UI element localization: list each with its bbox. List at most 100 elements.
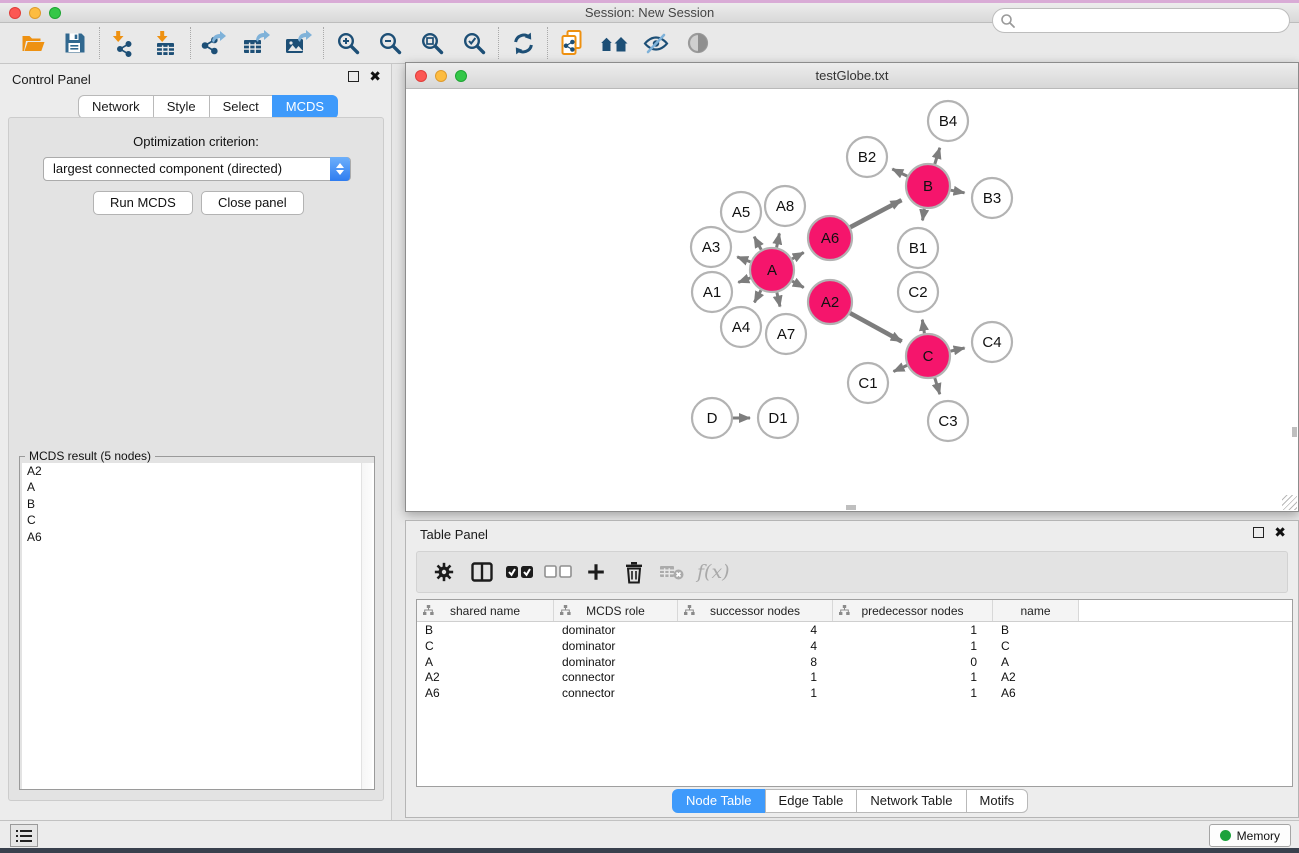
- close-panel-button[interactable]: Close panel: [201, 191, 304, 215]
- graph-node-A[interactable]: A: [750, 248, 794, 292]
- graph-edge-A-A5[interactable]: [754, 237, 761, 250]
- graph-node-A2[interactable]: A2: [808, 280, 852, 324]
- graph-edge-A-A6[interactable]: [792, 253, 804, 259]
- table-row[interactable]: Bdominator41B: [417, 622, 1292, 638]
- export-image-button[interactable]: [278, 24, 320, 62]
- vertical-scroll-indicator[interactable]: [1292, 427, 1297, 437]
- search-input[interactable]: [992, 8, 1290, 33]
- run-mcds-button[interactable]: Run MCDS: [93, 191, 193, 215]
- graph-node-A3[interactable]: A3: [691, 227, 731, 267]
- graph-edge-C-C1[interactable]: [894, 365, 908, 371]
- table-row[interactable]: Cdominator41C: [417, 638, 1292, 654]
- graph-edge-A-A4[interactable]: [754, 290, 761, 302]
- mcds-result-list[interactable]: A2ABCA6: [22, 463, 374, 789]
- close-table-panel-icon[interactable]: ✖: [1274, 527, 1286, 538]
- graph-node-B2[interactable]: B2: [847, 137, 887, 177]
- result-item[interactable]: A: [22, 480, 374, 497]
- graph-edge-C-C2[interactable]: [922, 320, 924, 334]
- table-row[interactable]: A2connector11A2: [417, 669, 1292, 685]
- graph-edge-A6-B[interactable]: [850, 200, 901, 227]
- open-session-button[interactable]: [12, 24, 54, 62]
- tab-edge-table[interactable]: Edge Table: [765, 789, 858, 813]
- tab-mcds[interactable]: MCDS: [272, 95, 338, 119]
- graph-node-B[interactable]: B: [906, 164, 950, 208]
- deselect-all-button[interactable]: [539, 554, 577, 590]
- delete-column-button[interactable]: [615, 554, 653, 590]
- gear-button[interactable]: [425, 554, 463, 590]
- graph-node-B4[interactable]: B4: [928, 101, 968, 141]
- graph-edge-A-A1[interactable]: [738, 278, 750, 283]
- graph-node-D[interactable]: D: [692, 398, 732, 438]
- dropdown-stepper-icon[interactable]: [330, 157, 350, 181]
- tab-network-table[interactable]: Network Table: [856, 789, 966, 813]
- import-table-button[interactable]: [145, 24, 187, 62]
- graph-edge-C-C4[interactable]: [951, 348, 965, 351]
- graph-edge-A2-C[interactable]: [850, 313, 902, 341]
- graph-edge-A-A7[interactable]: [777, 293, 780, 307]
- task-history-button[interactable]: [10, 824, 38, 847]
- export-network-button[interactable]: [194, 24, 236, 62]
- float-panel-icon[interactable]: [348, 71, 359, 82]
- graph-edge-B-B3[interactable]: [951, 190, 965, 193]
- table-row[interactable]: A6connector11A6: [417, 685, 1292, 701]
- graph-edge-B-B4[interactable]: [935, 148, 940, 164]
- zoom-selected-button[interactable]: [453, 24, 495, 62]
- tab-select[interactable]: Select: [209, 95, 273, 119]
- gray-eye-button[interactable]: [677, 24, 719, 62]
- graph-node-B1[interactable]: B1: [898, 228, 938, 268]
- graph-node-B3[interactable]: B3: [972, 178, 1012, 218]
- close-panel-icon[interactable]: ✖: [369, 71, 381, 82]
- column-header-successor-nodes[interactable]: successor nodes: [678, 600, 833, 621]
- graph-edge-C-C3[interactable]: [935, 378, 940, 394]
- graph-node-A8[interactable]: A8: [765, 186, 805, 226]
- graph-edge-A-A3[interactable]: [737, 257, 750, 262]
- resize-grip-icon[interactable]: [1282, 495, 1297, 510]
- select-all-button[interactable]: [501, 554, 539, 590]
- graph-edge-B-B1[interactable]: [923, 209, 925, 221]
- graph-node-C4[interactable]: C4: [972, 322, 1012, 362]
- network-canvas[interactable]: B4B2BB3A5A8A6B1A3AA1C2A2A4A7C4CC1C3DD1: [407, 90, 1297, 511]
- memory-button[interactable]: Memory: [1209, 824, 1291, 847]
- graph-node-C3[interactable]: C3: [928, 401, 968, 441]
- result-item[interactable]: B: [22, 496, 374, 513]
- tab-node-table[interactable]: Node Table: [672, 789, 766, 813]
- graph-node-A4[interactable]: A4: [721, 307, 761, 347]
- graph-node-D1[interactable]: D1: [758, 398, 798, 438]
- result-item[interactable]: A6: [22, 529, 374, 546]
- save-session-button[interactable]: [54, 24, 96, 62]
- tab-network[interactable]: Network: [78, 95, 154, 119]
- column-header-MCDS-role[interactable]: MCDS role: [554, 600, 678, 621]
- graph-edge-A-A2[interactable]: [792, 281, 804, 287]
- refresh-button[interactable]: [502, 24, 544, 62]
- add-column-button[interactable]: [577, 554, 615, 590]
- column-view-button[interactable]: [463, 554, 501, 590]
- graph-edge-A-A8[interactable]: [777, 233, 780, 247]
- column-header-shared-name[interactable]: shared name: [417, 600, 554, 621]
- result-scrollbar[interactable]: [361, 463, 372, 789]
- graph-node-A6[interactable]: A6: [808, 216, 852, 260]
- table-row[interactable]: Adominator80A: [417, 654, 1292, 670]
- column-header-predecessor-nodes[interactable]: predecessor nodes: [833, 600, 993, 621]
- export-table-button[interactable]: [236, 24, 278, 62]
- zoom-out-button[interactable]: [369, 24, 411, 62]
- graph-node-C[interactable]: C: [906, 334, 950, 378]
- float-table-panel-icon[interactable]: [1253, 527, 1264, 538]
- graph-edge-B-B2[interactable]: [892, 169, 907, 176]
- graph-node-A5[interactable]: A5: [721, 192, 761, 232]
- column-header-name[interactable]: name: [993, 600, 1079, 621]
- graph-node-A7[interactable]: A7: [766, 314, 806, 354]
- criterion-dropdown[interactable]: largest connected component (directed): [43, 157, 351, 181]
- horizontal-scroll-indicator[interactable]: [846, 505, 856, 510]
- duplicate-network-button[interactable]: [551, 24, 593, 62]
- graph-node-C1[interactable]: C1: [848, 363, 888, 403]
- result-item[interactable]: C: [22, 513, 374, 530]
- tab-motifs[interactable]: Motifs: [966, 789, 1029, 813]
- zoom-fit-button[interactable]: [411, 24, 453, 62]
- import-network-button[interactable]: [103, 24, 145, 62]
- function-builder-button[interactable]: f(x): [697, 561, 730, 583]
- node-table[interactable]: shared nameMCDS rolesuccessor nodesprede…: [416, 599, 1293, 787]
- home-button[interactable]: [593, 24, 635, 62]
- delete-table-button[interactable]: [653, 554, 691, 590]
- tab-style[interactable]: Style: [153, 95, 210, 119]
- hide-eye-button[interactable]: [635, 24, 677, 62]
